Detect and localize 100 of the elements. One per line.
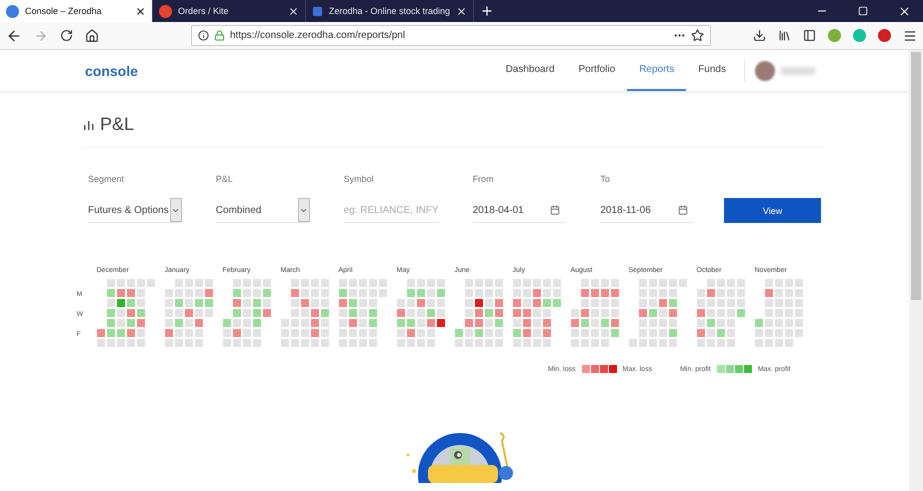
reload-icon[interactable] xyxy=(60,29,73,42)
day-cell[interactable] xyxy=(610,289,618,297)
day-cell[interactable] xyxy=(774,319,782,327)
extension-icon[interactable] xyxy=(878,29,891,42)
day-cell[interactable] xyxy=(784,339,792,347)
day-cell[interactable] xyxy=(464,279,472,287)
day-cell[interactable] xyxy=(580,279,588,287)
day-cell[interactable] xyxy=(706,339,714,347)
day-cell[interactable] xyxy=(310,319,318,327)
day-cell[interactable] xyxy=(590,319,598,327)
day-cell[interactable] xyxy=(96,339,104,347)
day-cell[interactable] xyxy=(638,309,646,317)
day-cell[interactable] xyxy=(638,279,646,287)
day-cell[interactable] xyxy=(184,279,192,287)
day-cell[interactable] xyxy=(436,319,444,327)
day-cell[interactable] xyxy=(464,329,472,337)
day-cell[interactable] xyxy=(252,309,260,317)
day-cell[interactable] xyxy=(532,309,540,317)
close-icon[interactable] xyxy=(898,4,911,18)
day-cell[interactable] xyxy=(106,339,114,347)
day-cell[interactable] xyxy=(300,339,308,347)
day-cell[interactable] xyxy=(126,309,134,317)
sidebar-icon[interactable] xyxy=(803,29,816,42)
day-cell[interactable] xyxy=(764,279,772,287)
day-cell[interactable] xyxy=(754,319,762,327)
day-cell[interactable] xyxy=(764,319,772,327)
day-cell[interactable] xyxy=(358,319,366,327)
day-cell[interactable] xyxy=(648,319,656,327)
day-cell[interactable] xyxy=(242,319,250,327)
day-cell[interactable] xyxy=(406,299,414,307)
day-cell[interactable] xyxy=(716,299,724,307)
day-cell[interactable] xyxy=(678,279,686,287)
day-cell[interactable] xyxy=(348,339,356,347)
day-cell[interactable] xyxy=(184,319,192,327)
day-cell[interactable] xyxy=(310,309,318,317)
day-cell[interactable] xyxy=(426,309,434,317)
day-cell[interactable] xyxy=(590,299,598,307)
day-cell[interactable] xyxy=(706,289,714,297)
day-cell[interactable] xyxy=(610,319,618,327)
day-cell[interactable] xyxy=(436,299,444,307)
day-cell[interactable] xyxy=(522,329,530,337)
day-cell[interactable] xyxy=(570,339,578,347)
day-cell[interactable] xyxy=(426,339,434,347)
day-cell[interactable] xyxy=(736,309,744,317)
day-cell[interactable] xyxy=(300,309,308,317)
day-cell[interactable] xyxy=(358,309,366,317)
day-cell[interactable] xyxy=(764,309,772,317)
day-cell[interactable] xyxy=(610,299,618,307)
day-cell[interactable] xyxy=(532,339,540,347)
day-cell[interactable] xyxy=(194,339,202,347)
date-field[interactable]: 2018-11-06 xyxy=(600,198,694,223)
day-cell[interactable] xyxy=(290,319,298,327)
day-cell[interactable] xyxy=(164,309,172,317)
day-cell[interactable] xyxy=(232,299,240,307)
day-cell[interactable] xyxy=(310,299,318,307)
day-cell[interactable] xyxy=(658,339,666,347)
day-cell[interactable] xyxy=(164,299,172,307)
day-cell[interactable] xyxy=(426,319,434,327)
day-cell[interactable] xyxy=(348,279,356,287)
day-cell[interactable] xyxy=(464,339,472,347)
day-cell[interactable] xyxy=(648,309,656,317)
day-cell[interactable] xyxy=(512,319,520,327)
day-cell[interactable] xyxy=(194,319,202,327)
day-cell[interactable] xyxy=(764,299,772,307)
day-cell[interactable] xyxy=(290,339,298,347)
day-cell[interactable] xyxy=(368,319,376,327)
day-cell[interactable] xyxy=(300,279,308,287)
day-cell[interactable] xyxy=(726,289,734,297)
day-cell[interactable] xyxy=(252,299,260,307)
day-cell[interactable] xyxy=(300,289,308,297)
day-cell[interactable] xyxy=(590,329,598,337)
new-tab-icon[interactable] xyxy=(480,4,494,18)
day-cell[interactable] xyxy=(406,309,414,317)
day-cell[interactable] xyxy=(232,319,240,327)
nav-link[interactable]: Funds xyxy=(686,50,738,91)
day-cell[interactable] xyxy=(232,339,240,347)
star-icon[interactable] xyxy=(691,29,704,42)
day-cell[interactable] xyxy=(184,339,192,347)
day-cell[interactable] xyxy=(512,289,520,297)
day-cell[interactable] xyxy=(310,329,318,337)
day-cell[interactable] xyxy=(716,279,724,287)
day-cell[interactable] xyxy=(658,319,666,327)
day-cell[interactable] xyxy=(736,279,744,287)
day-cell[interactable] xyxy=(436,289,444,297)
day-cell[interactable] xyxy=(136,279,144,287)
extension-icon[interactable] xyxy=(828,29,841,42)
day-cell[interactable] xyxy=(668,339,676,347)
day-cell[interactable] xyxy=(194,299,202,307)
day-cell[interactable] xyxy=(174,329,182,337)
calendar-icon[interactable] xyxy=(678,205,688,215)
day-cell[interactable] xyxy=(242,279,250,287)
day-cell[interactable] xyxy=(774,289,782,297)
day-cell[interactable] xyxy=(570,329,578,337)
day-cell[interactable] xyxy=(590,289,598,297)
day-cell[interactable] xyxy=(668,309,676,317)
day-cell[interactable] xyxy=(338,289,346,297)
day-cell[interactable] xyxy=(358,339,366,347)
day-cell[interactable] xyxy=(116,339,124,347)
day-cell[interactable] xyxy=(552,299,560,307)
day-cell[interactable] xyxy=(136,339,144,347)
